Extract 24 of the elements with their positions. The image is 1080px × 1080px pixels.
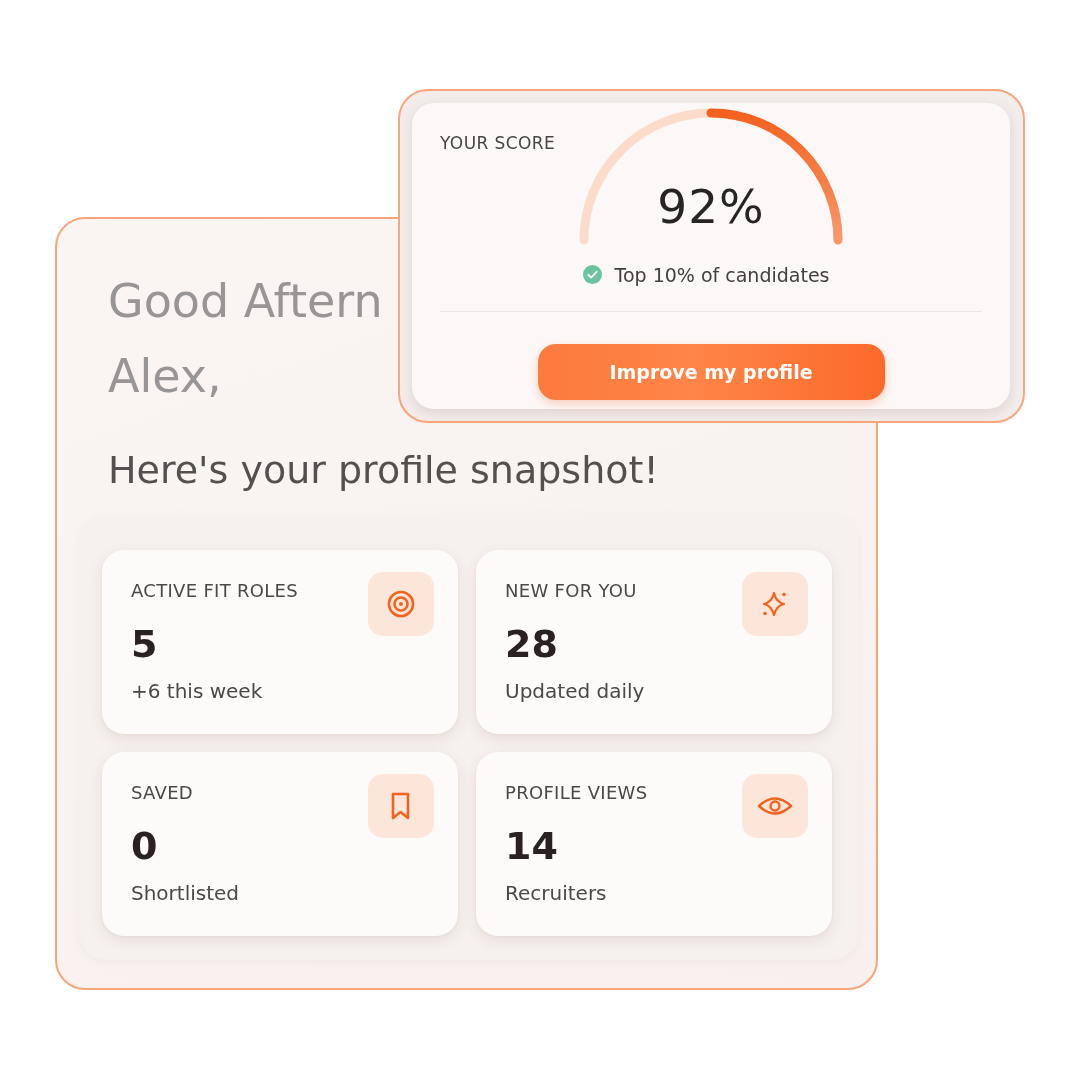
bookmark-icon xyxy=(368,774,434,838)
stat-note: Shortlisted xyxy=(131,880,240,906)
score-value: 92% xyxy=(657,179,765,235)
stat-value: 0 xyxy=(131,824,158,868)
target-icon xyxy=(368,572,434,636)
stat-label: SAVED xyxy=(131,781,193,805)
stat-note: +6 this week xyxy=(131,678,263,704)
greeting-text: Good Aftern xyxy=(108,273,383,330)
eye-icon xyxy=(742,774,808,838)
improve-profile-button[interactable]: Improve my profile xyxy=(537,344,885,400)
score-note: Top 10% of candidates xyxy=(614,262,830,287)
greeting-text: Alex, xyxy=(108,348,222,405)
stat-label: ACTIVE FIT ROLES xyxy=(131,579,298,603)
stat-label: NEW FOR YOU xyxy=(505,579,637,603)
check-icon xyxy=(582,265,602,284)
stat-note: Updated daily xyxy=(505,678,645,704)
subtitle-text: Here's your profile snapshot! xyxy=(108,448,659,492)
stat-value: 14 xyxy=(505,824,558,868)
stat-value: 5 xyxy=(131,622,158,666)
stat-value: 28 xyxy=(505,622,558,666)
stat-label: PROFILE VIEWS xyxy=(505,781,648,805)
score-label: YOUR SCORE xyxy=(440,133,556,153)
sparkle-icon xyxy=(742,572,808,636)
stat-note: Recruiters xyxy=(505,880,607,906)
